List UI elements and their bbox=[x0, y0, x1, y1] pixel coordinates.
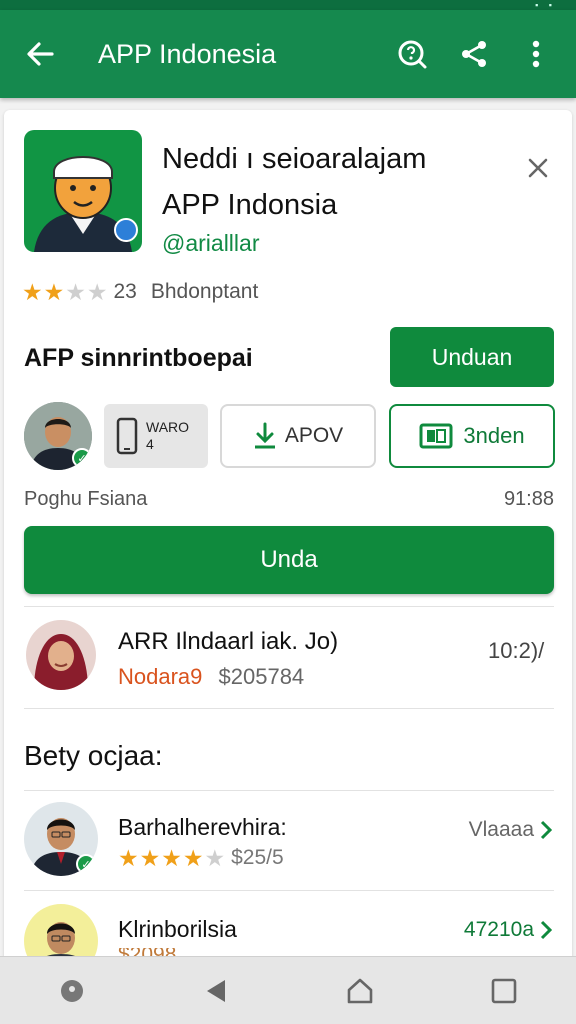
nav-home-icon[interactable] bbox=[340, 971, 380, 1011]
divider bbox=[24, 708, 554, 709]
phone-icon bbox=[116, 417, 138, 455]
list-item-name[interactable]: Barhalherevhira: bbox=[118, 814, 287, 841]
developer-name[interactable]: @arialllar bbox=[162, 230, 259, 257]
app-name-line2: APP Indonsia bbox=[162, 189, 338, 221]
home-dot-icon[interactable] bbox=[52, 971, 92, 1011]
back-arrow-icon[interactable] bbox=[0, 10, 80, 98]
info-left: Poghu Fsiana bbox=[24, 488, 148, 510]
info-right: 91:88 bbox=[503, 488, 554, 510]
star-icon: ★ bbox=[43, 278, 65, 305]
verified-badge bbox=[114, 218, 138, 242]
rating-label: Bhdonptant bbox=[150, 280, 259, 303]
list-title: Bety ocjaa: bbox=[24, 740, 163, 771]
star-icon: ★ bbox=[204, 844, 226, 871]
rating-stars: ★ ★ ★ ★ bbox=[22, 278, 108, 305]
device-chip-line1: WARO bbox=[146, 419, 190, 435]
apk-chip[interactable]: APOV bbox=[220, 404, 376, 468]
device-chip[interactable]: WARO 4 bbox=[104, 404, 208, 468]
app-bar: APP Indonesia bbox=[0, 10, 576, 98]
avatar[interactable]: ✓ bbox=[24, 402, 92, 470]
apk-chip-label: APOV bbox=[284, 424, 344, 447]
screen-icon bbox=[419, 423, 453, 449]
star-icon: ★ bbox=[161, 844, 182, 871]
status-icons: ▪ ▪ bbox=[535, 0, 556, 10]
list-item-trail[interactable]: Vlaaaa bbox=[469, 818, 552, 842]
star-icon: ★ bbox=[139, 844, 161, 871]
star-icon: ★ bbox=[22, 278, 43, 305]
app-name-line1: Neddi ı seioaralajam bbox=[162, 143, 427, 175]
rating-count: 23 bbox=[113, 280, 137, 303]
list-avatar[interactable]: ✓ bbox=[24, 802, 98, 876]
list-item-sub: ★ ★ ★ ★ ★ $25/5 bbox=[118, 846, 284, 870]
chevron-right-icon bbox=[540, 920, 552, 940]
review-avatar[interactable] bbox=[26, 620, 96, 690]
divider bbox=[24, 890, 554, 891]
rating-stars: ★ ★ ★ ★ ★ bbox=[118, 844, 226, 871]
app-name: Neddi ı seioaralajam APP Indonsia bbox=[162, 136, 492, 228]
review-time: 10:2)/ bbox=[488, 638, 545, 663]
check-badge-icon: ✓ bbox=[76, 854, 96, 874]
install-button[interactable]: Unduan bbox=[390, 327, 554, 387]
status-bar: ▪ ▪ bbox=[0, 0, 576, 10]
rating-row: ★ ★ ★ ★ 23 Bhdonptant bbox=[22, 280, 258, 304]
nav-recents-icon[interactable] bbox=[484, 971, 524, 1011]
review-price-row: Nodara9 $205784 bbox=[118, 664, 304, 690]
close-icon[interactable] bbox=[522, 152, 554, 184]
star-icon: ★ bbox=[65, 278, 86, 305]
download-button[interactable]: Unda bbox=[24, 526, 554, 594]
review-highlight: Nodara9 bbox=[118, 664, 203, 689]
search-help-icon[interactable] bbox=[394, 36, 430, 72]
system-nav-bar bbox=[0, 956, 576, 1024]
more-vert-icon[interactable] bbox=[518, 36, 554, 72]
nav-back-icon[interactable] bbox=[196, 971, 236, 1011]
list-item-trail-text: Vlaaaa bbox=[468, 818, 534, 841]
review-price: $205784 bbox=[218, 664, 305, 689]
third-chip[interactable]: 3nden bbox=[389, 404, 555, 468]
list-item-name[interactable]: Klrinborilsia bbox=[118, 916, 237, 943]
star-icon: ★ bbox=[118, 844, 139, 871]
chevron-right-icon bbox=[540, 820, 552, 840]
star-icon: ★ bbox=[86, 278, 108, 305]
download-icon bbox=[254, 422, 275, 449]
third-chip-label: 3nden bbox=[463, 423, 525, 448]
divider bbox=[24, 606, 554, 607]
check-badge-icon: ✓ bbox=[72, 448, 92, 468]
app-bar-actions bbox=[394, 36, 576, 72]
review-name: ARR Ilndaarl iak. Jo) bbox=[118, 628, 339, 655]
section-title: AFP sinnrintboepai bbox=[24, 344, 253, 372]
star-icon: ★ bbox=[182, 844, 204, 871]
info-row: Poghu Fsiana 91:88 bbox=[24, 488, 554, 511]
list-item-trail[interactable]: 47210a bbox=[464, 918, 552, 942]
divider bbox=[24, 790, 554, 791]
app-logo-icon bbox=[24, 130, 142, 252]
app-detail-card: Neddi ı seioaralajam APP Indonsia @arial… bbox=[4, 110, 572, 978]
list-item-price: $25/5 bbox=[231, 846, 284, 869]
device-chip-line2: 4 bbox=[146, 436, 154, 452]
list-item-trail-text: 47210a bbox=[463, 918, 534, 941]
share-icon[interactable] bbox=[456, 36, 492, 72]
app-bar-title: APP Indonesia bbox=[98, 38, 277, 69]
